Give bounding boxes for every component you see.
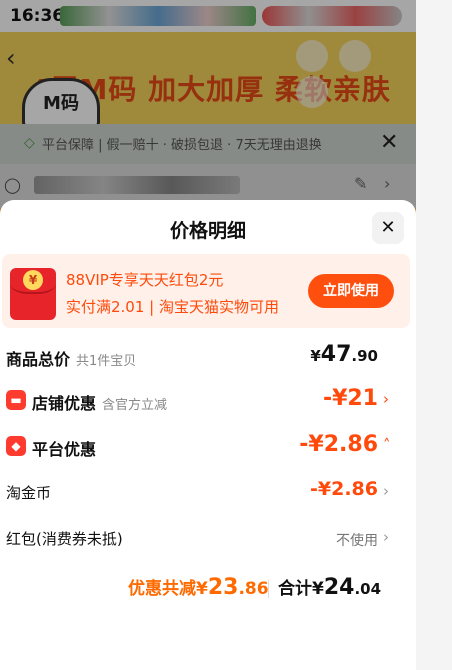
divider <box>268 580 269 598</box>
shop-discount-row[interactable]: ▬ 店铺优惠 含官方立减 -¥21 › <box>0 384 416 416</box>
tag-icon: ◆ <box>6 436 26 456</box>
platform-discount-label: 平台优惠 <box>32 440 97 459</box>
taojinbi-amount: -¥2.86 <box>310 478 378 500</box>
platform-discount-amount: -¥2.86 <box>299 432 378 457</box>
chevron-right-icon: › <box>383 390 389 408</box>
use-now-button[interactable]: 立即使用 <box>308 274 394 308</box>
shop-discount-amount: -¥21 <box>322 386 378 411</box>
platform-discount-row[interactable]: ◆ 平台优惠 -¥2.86 ˄ <box>0 430 416 462</box>
red-packet-row[interactable]: 红包(消费券未抵) 不使用 › <box>0 522 416 554</box>
red-packet-icon: ¥ <box>10 268 56 320</box>
total-label: 合计 <box>278 579 312 599</box>
goods-total-row: 商品总价 共1件宝贝 ¥47.90 <box>0 340 416 372</box>
background-edge <box>416 0 452 670</box>
coin-icon: ¥ <box>23 270 43 290</box>
promo-condition: 实付满2.01 | 淘宝天猫实物可用 <box>66 298 279 316</box>
chevron-right-icon: › <box>383 528 389 546</box>
currency-symbol: ¥ <box>196 579 208 599</box>
sheet-title: 价格明细 <box>169 220 246 242</box>
price-detail-sheet: 价格明细 ✕ ¥ 88VIP专享天天红包2元 实付满2.01 | 淘宝天猫实物可… <box>0 200 416 670</box>
close-button[interactable]: ✕ <box>372 212 404 244</box>
red-packet-value: 不使用 <box>336 533 378 549</box>
total-saved: 优惠共减¥23.86 <box>128 574 269 600</box>
goods-total-price: ¥47.90 <box>310 342 378 367</box>
shop-icon: ▬ <box>6 390 26 410</box>
shop-discount-label: 店铺优惠 含官方立减 <box>32 390 167 414</box>
goods-total-label: 商品总价 共1件宝贝 <box>6 346 136 370</box>
total-decimal: .04 <box>354 580 382 598</box>
price-integer: 47 <box>320 342 352 367</box>
total-integer: 24 <box>323 575 355 600</box>
price-decimal: .90 <box>351 347 378 365</box>
taojinbi-row[interactable]: 淘金币 -¥2.86 › <box>0 476 416 508</box>
currency-symbol: ¥ <box>310 347 321 365</box>
price-summary: 优惠共减¥23.86 合计¥24.04 <box>0 572 416 606</box>
item-count: 共1件宝贝 <box>76 354 137 369</box>
goods-total-text: 商品总价 <box>6 350 71 369</box>
saved-label: 优惠共减 <box>128 579 196 599</box>
currency-symbol: ¥ <box>312 579 324 599</box>
red-packet-label: 红包(消费券未抵) <box>6 530 123 548</box>
chevron-right-icon: › <box>383 482 389 500</box>
chevron-up-icon: ˄ <box>383 436 391 454</box>
shop-discount-sub: 含官方立减 <box>102 398 168 413</box>
grand-total: 合计¥24.04 <box>278 574 381 600</box>
saved-integer: 23 <box>207 575 239 600</box>
close-icon: ✕ <box>380 217 396 238</box>
vip-red-packet-promo: ¥ 88VIP专享天天红包2元 实付满2.01 | 淘宝天猫实物可用 立即使用 <box>2 254 410 328</box>
taojinbi-label: 淘金币 <box>6 484 52 502</box>
shop-discount-text: 店铺优惠 <box>32 394 97 413</box>
promo-title: 88VIP专享天天红包2元 <box>66 271 224 289</box>
saved-decimal: .86 <box>238 579 269 599</box>
